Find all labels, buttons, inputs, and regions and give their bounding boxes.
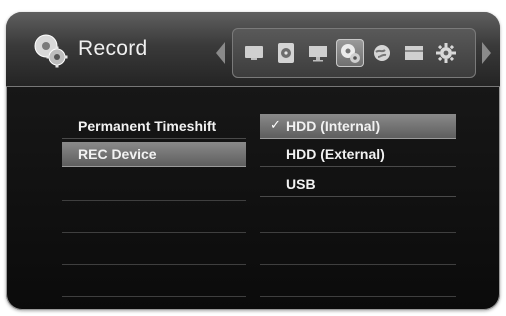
globe-icon[interactable]: [368, 39, 396, 67]
monitor-icon[interactable]: [304, 39, 332, 67]
checkmark-icon: ✓: [270, 118, 281, 133]
menu-item-label: REC Device: [78, 146, 157, 162]
record-settings-icon: [32, 32, 68, 68]
record-settings-screen: Record Permanent Timeshift REC Device ✓ …: [6, 12, 500, 310]
menu-item-rec-device[interactable]: REC Device: [62, 142, 246, 167]
tv-icon[interactable]: [240, 39, 268, 67]
chevron-right-icon[interactable]: [482, 42, 491, 64]
option-usb[interactable]: USB: [260, 172, 456, 197]
header-bar: Record: [6, 12, 500, 87]
divider: [62, 264, 246, 265]
option-label: HDD (Internal): [286, 118, 381, 134]
disc-icon[interactable]: [272, 39, 300, 67]
page-title: Record: [78, 37, 148, 60]
divider: [62, 232, 246, 233]
chevron-left-icon[interactable]: [216, 42, 225, 64]
divider: [62, 200, 246, 201]
divider: [62, 296, 246, 297]
menu-item-permanent-timeshift[interactable]: Permanent Timeshift: [62, 114, 246, 139]
record-icon[interactable]: [336, 39, 364, 67]
option-label: HDD (External): [286, 146, 385, 162]
category-icon-bar: [216, 28, 494, 78]
option-hdd-internal[interactable]: ✓ HDD (Internal): [260, 114, 456, 139]
divider: [260, 264, 456, 265]
settings-icon[interactable]: [432, 39, 460, 67]
divider: [260, 232, 456, 233]
divider: [260, 296, 456, 297]
category-tray: [232, 28, 476, 78]
option-label: USB: [286, 176, 316, 192]
option-hdd-external[interactable]: HDD (External): [260, 142, 456, 167]
film-icon[interactable]: [400, 39, 428, 67]
menu-item-label: Permanent Timeshift: [78, 118, 217, 134]
